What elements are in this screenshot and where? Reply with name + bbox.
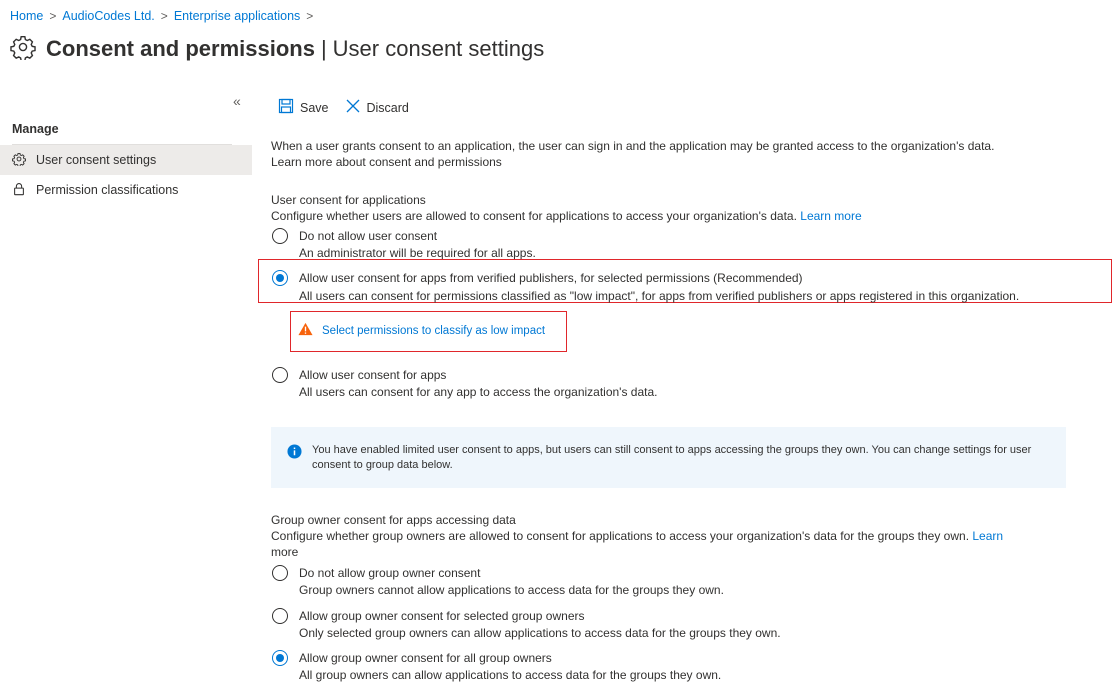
radio-allow-all-group-owners[interactable]	[272, 650, 288, 666]
select-permissions-link[interactable]: Select permissions to classify as low im…	[322, 325, 545, 337]
sidebar-item-user-consent-settings[interactable]: User consent settings	[0, 145, 252, 175]
discard-label: Discard	[366, 100, 409, 115]
user-consent-heading: User consent for applications	[271, 193, 426, 207]
sidebar: Manage User consent settings Permission …	[0, 118, 252, 205]
breadcrumb-separator: >	[160, 9, 168, 23]
save-button[interactable]: Save	[278, 98, 329, 117]
option-detail: Group owners cannot allow applications t…	[299, 583, 724, 597]
title-separator: |	[320, 35, 327, 61]
option-label: Allow group owner consent for selected g…	[299, 609, 585, 623]
option-detail: Only selected group owners can allow app…	[299, 626, 781, 640]
intro-text: When a user grants consent to an applica…	[271, 139, 995, 153]
gear-icon	[10, 34, 46, 63]
close-icon	[345, 98, 367, 117]
user-consent-learn-more-link[interactable]: Learn more	[800, 209, 861, 223]
radio-do-not-allow-group-owner-consent[interactable]	[272, 565, 288, 581]
sidebar-item-label: Permission classifications	[36, 183, 179, 197]
sidebar-item-label: User consent settings	[36, 153, 157, 167]
option-label: Do not allow group owner consent	[299, 566, 481, 580]
radio-allow-verified-publishers[interactable]	[272, 270, 288, 286]
page-title-main: Consent and permissions	[46, 35, 315, 61]
group-consent-description: Configure whether group owners are allow…	[271, 528, 1003, 544]
radio-allow-user-consent-for-apps[interactable]	[272, 367, 288, 383]
group-consent-description-text: Configure whether group owners are allow…	[271, 529, 970, 543]
info-banner: You have enabled limited user consent to…	[271, 427, 1066, 488]
user-consent-description: Configure whether users are allowed to c…	[271, 208, 862, 224]
breadcrumb-separator: >	[49, 9, 57, 23]
user-consent-description-text: Configure whether users are allowed to c…	[271, 209, 797, 223]
breadcrumb-tenant[interactable]: AudioCodes Ltd.	[62, 9, 154, 23]
option-detail: All users can consent for permissions cl…	[299, 289, 1020, 303]
learn-more-consent-link[interactable]: Learn more about consent and permissions	[271, 154, 502, 170]
breadcrumb-separator: >	[306, 9, 314, 23]
option-detail: All group owners can allow applications …	[299, 668, 722, 682]
discard-button[interactable]: Discard	[345, 98, 409, 117]
save-label: Save	[300, 100, 329, 115]
command-bar: Save Discard	[278, 98, 425, 117]
lock-icon	[12, 182, 36, 199]
radio-do-not-allow-user-consent[interactable]	[272, 228, 288, 244]
group-consent-heading: Group owner consent for apps accessing d…	[271, 513, 516, 527]
page-title: Consent and permissions | User consent s…	[10, 34, 544, 63]
breadcrumb-enterprise-applications[interactable]: Enterprise applications	[174, 9, 300, 23]
sidebar-section-manage: Manage	[12, 122, 59, 136]
classify-permissions-warning[interactable]: Select permissions to classify as low im…	[298, 322, 545, 339]
group-consent-learn-more-link-continued[interactable]: more	[271, 544, 298, 560]
info-banner-text: You have enabled limited user consent to…	[312, 444, 1032, 471]
page-title-sub: User consent settings	[332, 35, 545, 61]
option-label: Allow group owner consent for all group …	[299, 651, 552, 665]
gear-icon	[12, 152, 36, 169]
warning-icon	[298, 322, 322, 339]
breadcrumb: Home > AudioCodes Ltd. > Enterprise appl…	[10, 9, 319, 23]
option-label: Do not allow user consent	[299, 229, 438, 243]
group-consent-learn-more-link[interactable]: Learn	[972, 529, 1003, 543]
save-icon	[278, 98, 300, 117]
option-label: Allow user consent for apps from verifie…	[299, 271, 803, 285]
option-detail: All users can consent for any app to acc…	[299, 385, 658, 399]
option-label: Allow user consent for apps	[299, 368, 447, 382]
breadcrumb-home[interactable]: Home	[10, 9, 43, 23]
collapse-sidebar-button[interactable]: «	[233, 93, 241, 109]
sidebar-item-permission-classifications[interactable]: Permission classifications	[0, 175, 252, 205]
radio-allow-selected-group-owners[interactable]	[272, 608, 288, 624]
